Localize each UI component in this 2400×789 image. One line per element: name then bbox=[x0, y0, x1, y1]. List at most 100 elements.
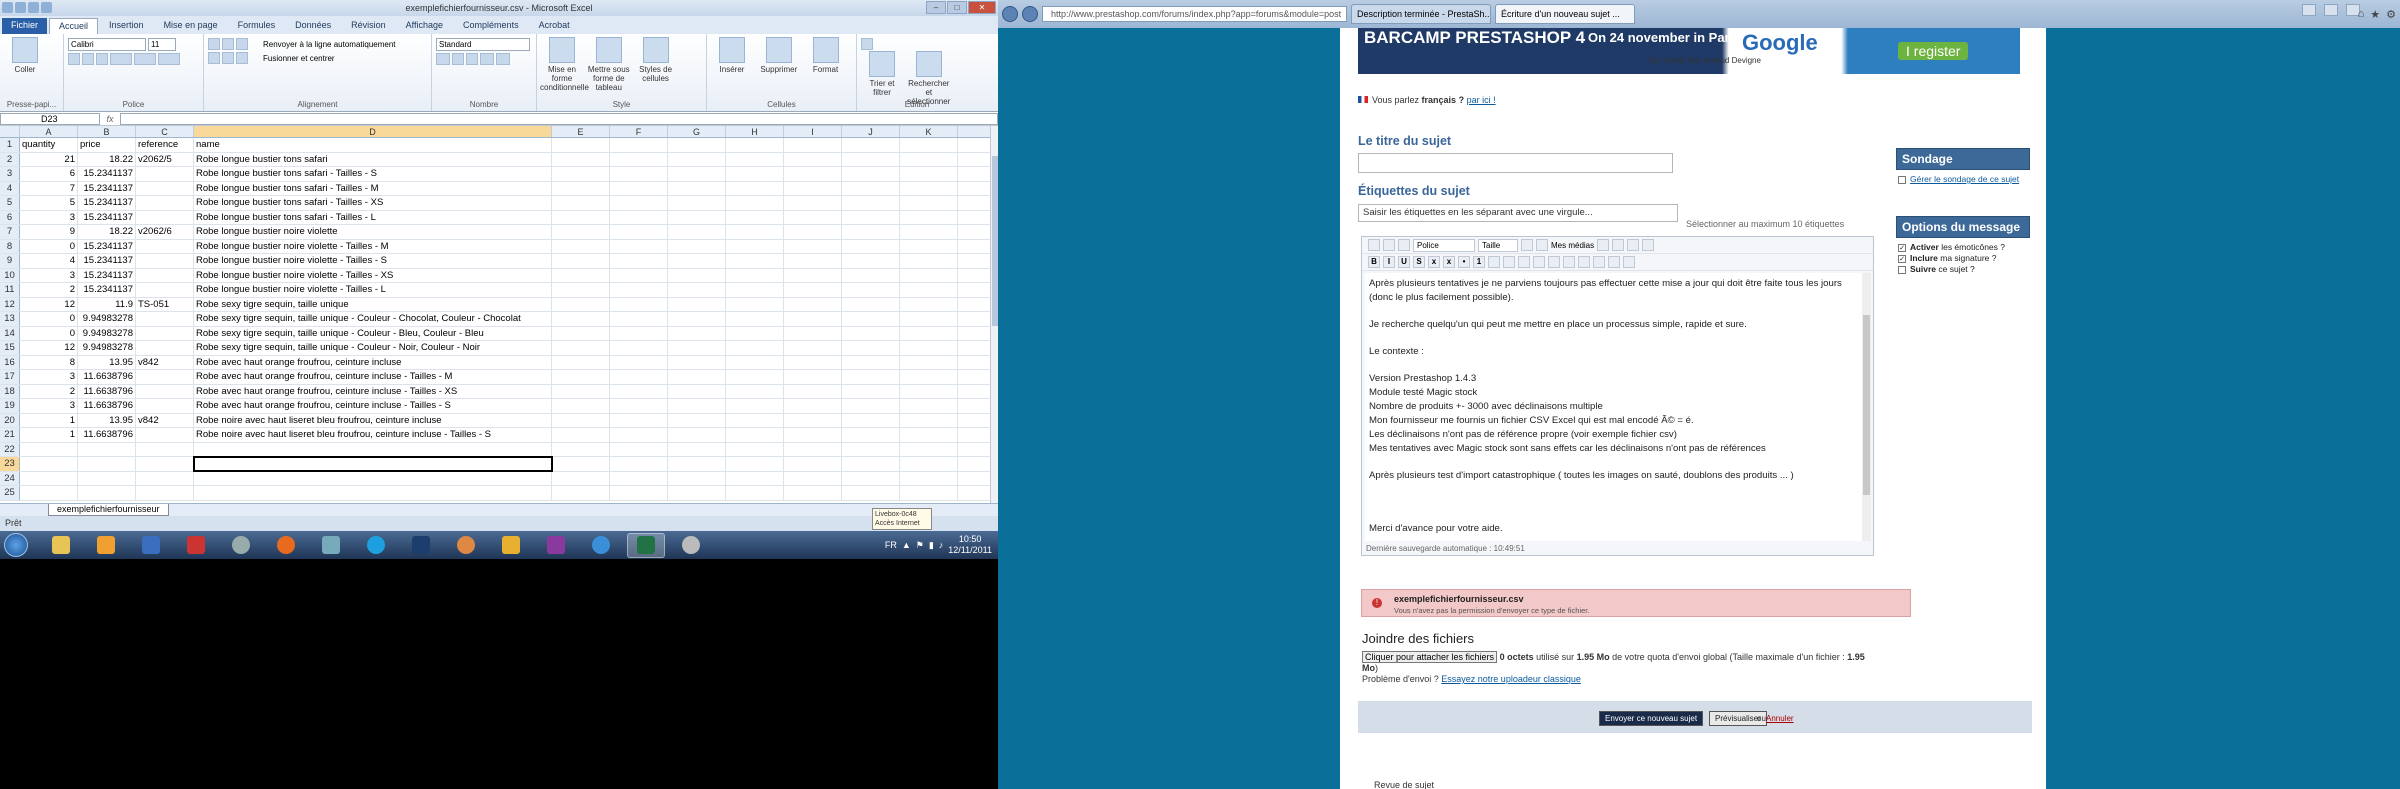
grid-cell[interactable]: 2 bbox=[20, 283, 78, 297]
grid-cell[interactable] bbox=[136, 326, 194, 340]
grid-cell[interactable] bbox=[668, 399, 726, 413]
row-header[interactable]: 21 bbox=[0, 428, 20, 442]
emoticons-checkbox[interactable]: ✓ bbox=[1898, 243, 1906, 252]
col-header-a[interactable]: A bbox=[20, 126, 78, 137]
forward-button[interactable] bbox=[1022, 6, 1038, 22]
grid-cell[interactable] bbox=[900, 399, 958, 413]
grid-cell[interactable] bbox=[136, 457, 194, 471]
quote-icon[interactable] bbox=[1548, 256, 1560, 268]
browser-maximize-button[interactable] bbox=[2324, 4, 2338, 16]
taskbar-outlook[interactable] bbox=[492, 533, 530, 558]
grid-cell[interactable]: 12 bbox=[20, 341, 78, 355]
grid-cell[interactable]: 15.2341137 bbox=[78, 210, 136, 224]
grid-cell[interactable] bbox=[726, 442, 784, 456]
grid-cell[interactable] bbox=[842, 370, 900, 384]
col-header-f[interactable]: F bbox=[610, 126, 668, 137]
row-header[interactable]: 20 bbox=[0, 413, 20, 427]
grid-cell[interactable] bbox=[842, 152, 900, 166]
grid-cell[interactable] bbox=[668, 326, 726, 340]
grid-cell[interactable] bbox=[784, 254, 842, 268]
favorites-icon[interactable]: ★ bbox=[2370, 8, 2380, 21]
row-header[interactable]: 18 bbox=[0, 384, 20, 398]
grid-cell[interactable] bbox=[900, 210, 958, 224]
tab-complements[interactable]: Compléments bbox=[454, 18, 528, 34]
grid-cell[interactable] bbox=[610, 225, 668, 239]
grid-cell[interactable] bbox=[900, 283, 958, 297]
minimize-button[interactable]: – bbox=[926, 1, 946, 14]
grid-cell[interactable] bbox=[842, 297, 900, 311]
grid-cell[interactable]: 3 bbox=[20, 210, 78, 224]
grid-cell[interactable] bbox=[610, 370, 668, 384]
source-icon[interactable] bbox=[1368, 239, 1380, 251]
tab-donnees[interactable]: Données bbox=[286, 18, 340, 34]
grid-cell[interactable]: 6 bbox=[20, 167, 78, 181]
grid-cell[interactable]: 15.2341137 bbox=[78, 283, 136, 297]
taskbar-firefox[interactable] bbox=[267, 533, 305, 558]
grid-cell[interactable] bbox=[552, 181, 610, 195]
tab-revision[interactable]: Révision bbox=[342, 18, 395, 34]
grid-cell[interactable] bbox=[193, 456, 553, 472]
grid-cell[interactable] bbox=[610, 268, 668, 282]
save-icon[interactable] bbox=[15, 2, 26, 13]
grid-cell[interactable]: 18.22 bbox=[78, 152, 136, 166]
decrease-decimal-icon[interactable] bbox=[496, 53, 510, 65]
grid-cell[interactable] bbox=[900, 413, 958, 427]
grid-cell[interactable]: Robe longue bustier tons safari - Taille… bbox=[194, 210, 552, 224]
formula-input[interactable] bbox=[120, 112, 998, 125]
grid-cell[interactable]: Robe avec haut orange froufrou, ceinture… bbox=[194, 355, 552, 369]
grid-cell[interactable] bbox=[726, 355, 784, 369]
grid-cell[interactable]: 18.22 bbox=[78, 225, 136, 239]
grid-cell[interactable] bbox=[668, 283, 726, 297]
font-select[interactable]: Police bbox=[1413, 238, 1475, 252]
grid-cell[interactable]: Robe sexy tigre sequin, taille unique bbox=[194, 297, 552, 311]
grid-cell[interactable] bbox=[842, 457, 900, 471]
grid-cell[interactable] bbox=[726, 167, 784, 181]
grid-cell[interactable] bbox=[784, 283, 842, 297]
strike-icon[interactable]: S bbox=[1413, 256, 1425, 268]
grid-cell[interactable] bbox=[784, 239, 842, 253]
grid-cell[interactable] bbox=[136, 312, 194, 326]
grid-cell[interactable] bbox=[784, 181, 842, 195]
font-color-icon[interactable] bbox=[158, 53, 180, 65]
option-signature[interactable]: ✓ Inclure ma signature ? bbox=[1898, 253, 2028, 264]
lang-link[interactable]: par ici ! bbox=[1467, 95, 1496, 105]
grid-cell[interactable] bbox=[136, 167, 194, 181]
underline-icon[interactable]: U bbox=[1398, 256, 1410, 268]
grid-cell[interactable] bbox=[610, 312, 668, 326]
option-emoticons[interactable]: ✓ Activer les émoticônes ? bbox=[1898, 242, 2028, 253]
grid-cell[interactable]: 11.9 bbox=[78, 297, 136, 311]
grid-cell[interactable] bbox=[784, 167, 842, 181]
grid-cell[interactable] bbox=[136, 486, 194, 500]
network-icon[interactable]: ▮ bbox=[929, 540, 934, 551]
row-header[interactable]: 16 bbox=[0, 355, 20, 369]
taskbar-onenote[interactable] bbox=[537, 533, 575, 558]
grid-cell[interactable] bbox=[784, 312, 842, 326]
grid-cell[interactable] bbox=[900, 457, 958, 471]
delete-button[interactable]: Supprimer bbox=[757, 37, 801, 74]
row-header[interactable]: 23 bbox=[0, 457, 20, 471]
align-top-icon[interactable] bbox=[208, 38, 220, 50]
grid-cell[interactable] bbox=[668, 268, 726, 282]
grid-cell[interactable] bbox=[552, 471, 610, 485]
grid-cell[interactable]: 3 bbox=[20, 399, 78, 413]
grid-cell[interactable] bbox=[610, 138, 668, 152]
currency-icon[interactable] bbox=[436, 53, 450, 65]
grid-cell[interactable]: 13.95 bbox=[78, 413, 136, 427]
grid-cell[interactable] bbox=[842, 167, 900, 181]
grid-cell[interactable]: name bbox=[194, 138, 552, 152]
grid-cell[interactable] bbox=[668, 442, 726, 456]
grid-cell[interactable] bbox=[842, 326, 900, 340]
grid-cell[interactable]: Robe avec haut orange froufrou, ceinture… bbox=[194, 399, 552, 413]
italic-icon[interactable]: I bbox=[1383, 256, 1395, 268]
row-header[interactable]: 14 bbox=[0, 326, 20, 340]
grid-cell[interactable] bbox=[900, 152, 958, 166]
grid-cell[interactable] bbox=[610, 210, 668, 224]
grid-cell[interactable] bbox=[842, 312, 900, 326]
grid-cell[interactable]: 0 bbox=[20, 312, 78, 326]
maximize-button[interactable]: □ bbox=[947, 1, 967, 14]
grid-cell[interactable]: quantity bbox=[20, 138, 78, 152]
grid-cell[interactable]: 9.94983278 bbox=[78, 341, 136, 355]
grid-cell[interactable] bbox=[784, 486, 842, 500]
grid-cell[interactable] bbox=[20, 471, 78, 485]
grid-cell[interactable] bbox=[900, 196, 958, 210]
